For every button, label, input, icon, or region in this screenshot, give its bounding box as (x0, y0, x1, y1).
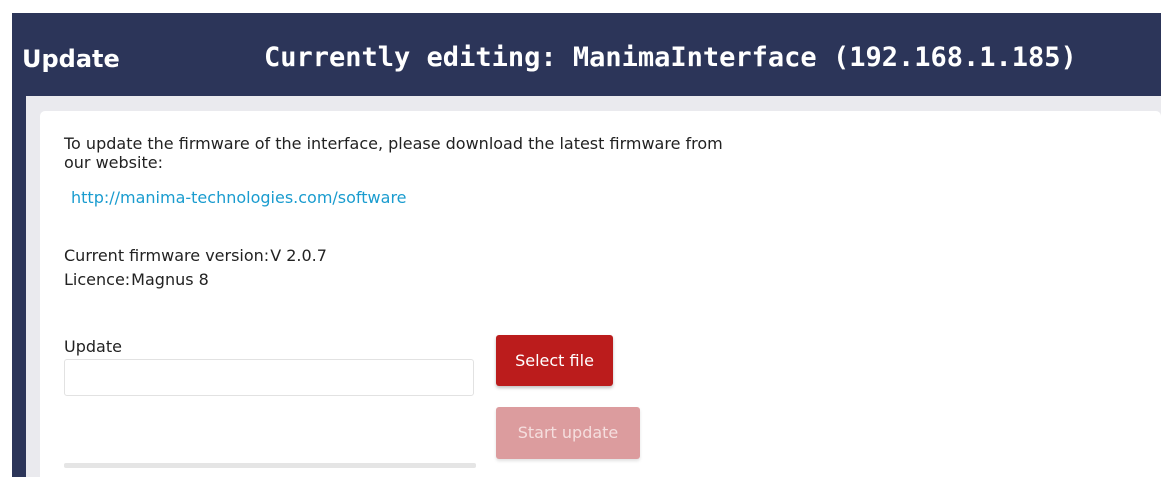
update-file-input[interactable] (64, 359, 474, 396)
firmware-version-value: V 2.0.7 (270, 246, 327, 265)
section-title: Update (22, 45, 120, 73)
select-file-button[interactable]: Select file (496, 335, 613, 386)
firmware-version-label: Current firmware version: (64, 246, 270, 265)
software-download-link[interactable]: http://manima-technologies.com/software (71, 188, 407, 208)
update-page: Update Currently editing: ManimaInterfac… (0, 0, 1161, 477)
left-frame-strip (12, 96, 26, 477)
licence-row: Licence:Magnus 8 (64, 270, 209, 290)
firmware-version-row: Current firmware version:V 2.0.7 (64, 246, 327, 266)
start-update-button[interactable]: Start update (496, 407, 640, 459)
update-field-label: Update (64, 337, 122, 356)
licence-value: Magnus 8 (131, 270, 209, 289)
firmware-instructions: To update the firmware of the interface,… (64, 134, 723, 172)
header-bar: Update Currently editing: ManimaInterfac… (12, 13, 1161, 96)
licence-label: Licence: (64, 270, 131, 289)
update-progress-bar (64, 463, 476, 468)
currently-editing-title: Currently editing: ManimaInterface (192.… (264, 42, 1077, 73)
